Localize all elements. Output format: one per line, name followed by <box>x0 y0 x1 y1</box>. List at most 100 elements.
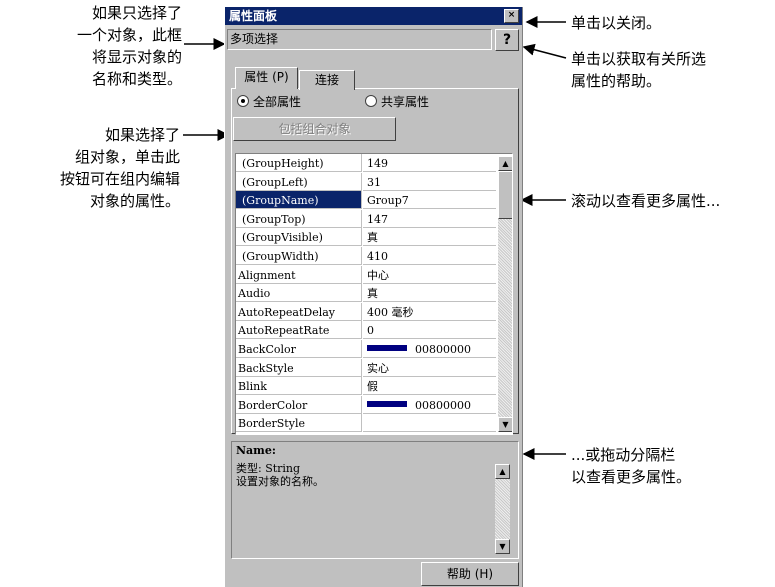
property-row[interactable]: (GroupWidth) 410 <box>236 247 496 266</box>
title-bar[interactable]: 属性面板 × <box>225 7 522 25</box>
close-button[interactable]: × <box>504 9 519 23</box>
annotation-line: ...或拖动分隔栏 <box>571 446 676 464</box>
property-scrollbar[interactable]: ▲ ▼ <box>498 156 512 432</box>
property-value[interactable]: 00800000 <box>363 396 496 414</box>
property-value[interactable]: 中心 <box>363 266 496 284</box>
property-row[interactable]: BorderColor 00800000 <box>236 395 496 415</box>
annotation-line: 单击以关闭。 <box>571 14 662 32</box>
property-value[interactable]: 0 <box>363 321 496 340</box>
property-value-text: 00800000 <box>415 343 471 356</box>
property-name: Blink <box>236 377 362 396</box>
property-row[interactable]: AutoRepeatRate 0 <box>236 321 496 340</box>
annotation-line: 一个对象，此框 <box>76 26 182 44</box>
property-value-text: 149 <box>367 157 388 170</box>
property-value-text: 0 <box>367 324 374 338</box>
annotation-line: 单击以获取有关所选 <box>571 50 707 68</box>
property-name: (GroupWidth) <box>236 247 362 265</box>
property-value[interactable]: 147 <box>363 210 496 228</box>
scroll-down-icon[interactable]: ▼ <box>498 417 512 432</box>
include-group-objects-button[interactable]: 包括组合对象 <box>233 117 396 141</box>
annotation-line: 如果选择了 <box>104 126 180 144</box>
scroll-down-icon[interactable]: ▼ <box>495 539 510 554</box>
radio-all-properties[interactable]: 全部属性 <box>237 95 301 109</box>
tab-connections[interactable]: 连接 <box>299 70 355 90</box>
property-value-text: 400 毫秒 <box>367 305 414 319</box>
property-name: BorderStyle <box>236 414 362 433</box>
property-panel: 属性面板 × 多项选择 ? 属性 (P) 连接 全部属性 共享属性 包括组合对象… <box>224 7 523 587</box>
property-value-text: 假 <box>367 380 378 394</box>
property-name: AutoRepeatDelay <box>236 302 362 321</box>
property-name: BackColor <box>236 340 362 358</box>
color-swatch-icon <box>367 345 407 351</box>
property-value-text: Group7 <box>367 194 409 208</box>
description-pane[interactable]: Name: 类型: String 设置对象的名称。 ▲ ▼ <box>231 441 519 559</box>
property-row[interactable]: (GroupName) Group7 <box>236 191 496 210</box>
question-mark-icon: ? <box>502 32 512 48</box>
help-text-button[interactable]: 帮助 (H) <box>421 562 519 586</box>
description-text: 设置对象的名称。 <box>236 475 324 488</box>
property-value-text: 31 <box>367 175 381 189</box>
annotation-line: 如果只选择了 <box>91 4 182 22</box>
description-title: Name: <box>236 444 276 457</box>
property-row[interactable]: Alignment 中心 <box>236 265 496 285</box>
property-row[interactable]: BackColor 00800000 <box>236 340 496 359</box>
annotation-group-button: 如果选择了 组对象，单击此 按钮可在组内编辑 对象的属性。 <box>20 124 180 212</box>
property-value[interactable]: 149 <box>363 154 496 172</box>
scroll-up-icon[interactable]: ▲ <box>495 464 510 479</box>
radio-checked-icon <box>237 95 249 107</box>
property-value[interactable]: 410 <box>363 247 496 265</box>
property-name: BackStyle <box>236 358 362 377</box>
annotation-close: 单击以关闭。 <box>571 12 661 34</box>
annotation-help: 单击以获取有关所选 属性的帮助。 <box>571 48 706 92</box>
property-value[interactable]: 400 毫秒 <box>363 303 496 321</box>
property-row[interactable]: Audio 真 <box>236 284 496 303</box>
annotation-line: 滚动以查看更多属性... <box>571 192 721 210</box>
close-icon: × <box>507 10 516 20</box>
arrow-help <box>522 43 567 59</box>
property-row[interactable]: BackStyle 实心 <box>236 358 496 378</box>
property-value[interactable]: 真 <box>363 284 496 303</box>
radio-unchecked-icon <box>365 95 377 107</box>
property-name: BorderColor <box>236 395 362 414</box>
scroll-up-icon[interactable]: ▲ <box>498 156 512 171</box>
property-value[interactable]: 真 <box>363 228 496 247</box>
radio-label: 共享属性 <box>381 95 430 109</box>
annotation-line: 名称和类型。 <box>91 70 182 88</box>
annotation-drag: ...或拖动分隔栏 以查看更多属性。 <box>571 444 691 488</box>
property-value[interactable]: 实心 <box>363 359 496 377</box>
property-value[interactable]: 假 <box>363 377 496 396</box>
property-grid: (GroupHeight) 149 (GroupLeft) 31 (GroupName)… <box>235 153 513 435</box>
property-name: AutoRepeatRate <box>236 321 362 340</box>
property-name: (GroupName) <box>236 191 362 210</box>
property-value-text: 410 <box>367 250 388 263</box>
help-button[interactable]: ? <box>495 29 519 51</box>
property-name: (GroupTop) <box>236 209 362 228</box>
property-row[interactable]: BorderStyle <box>236 414 496 433</box>
property-name: Alignment <box>236 265 362 284</box>
property-value-text: 真 <box>367 231 378 245</box>
scroll-thumb[interactable] <box>498 171 512 219</box>
panel-title: 属性面板 <box>229 9 278 23</box>
property-value[interactable]: 00800000 <box>363 340 496 358</box>
property-value-text: 真 <box>367 287 378 301</box>
property-row[interactable]: (GroupHeight) 149 <box>236 154 496 173</box>
annotation-line: 组对象，单击此 <box>74 148 180 166</box>
property-value[interactable]: 31 <box>363 173 496 191</box>
property-row[interactable]: (GroupTop) 147 <box>236 209 496 229</box>
property-value-text: 中心 <box>367 268 389 282</box>
description-scrollbar[interactable]: ▲ ▼ <box>495 464 510 554</box>
property-row[interactable]: (GroupLeft) 31 <box>236 172 496 192</box>
property-value-text: 00800000 <box>415 398 471 412</box>
property-value[interactable] <box>363 414 496 433</box>
property-name: Audio <box>236 284 362 303</box>
property-value[interactable]: Group7 <box>363 191 496 210</box>
annotation-line: 属性的帮助。 <box>571 72 662 90</box>
property-row[interactable]: (GroupVisible) 真 <box>236 228 496 247</box>
property-name: (GroupLeft) <box>236 172 362 191</box>
tab-properties[interactable]: 属性 (P) <box>235 67 298 89</box>
object-name-field[interactable]: 多项选择 <box>227 29 492 50</box>
radio-shared-properties[interactable]: 共享属性 <box>365 95 429 109</box>
annotation-scroll: 滚动以查看更多属性... <box>571 190 720 212</box>
property-row[interactable]: AutoRepeatDelay 400 毫秒 <box>236 302 496 322</box>
property-row[interactable]: Blink 假 <box>236 377 496 396</box>
